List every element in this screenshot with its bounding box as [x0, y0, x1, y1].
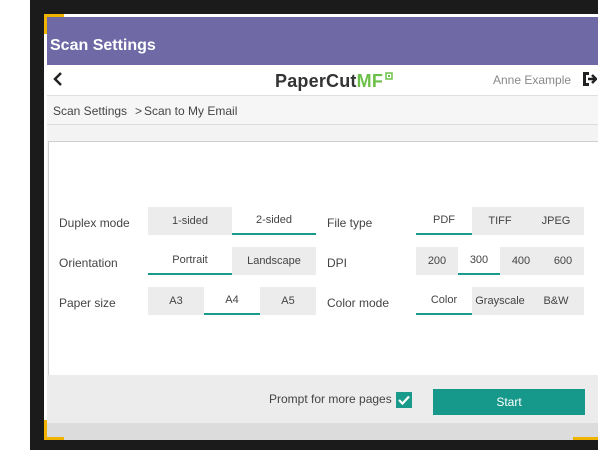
- file-type-pdf-button[interactable]: PDF: [416, 207, 472, 235]
- paper-size-a5-button[interactable]: A5: [260, 287, 316, 315]
- logo-mark-icon: [385, 67, 393, 80]
- paper-size-label: Paper size: [59, 296, 116, 310]
- duplex-mode-label: Duplex mode: [59, 216, 130, 230]
- bezel-bottom: [30, 440, 598, 450]
- file-type-jpeg-button[interactable]: JPEG: [528, 207, 584, 235]
- dpi-200-button[interactable]: 200: [416, 247, 458, 275]
- color-mode-grayscale-button[interactable]: Grayscale: [472, 287, 528, 315]
- file-type-tiff-button[interactable]: TIFF: [472, 207, 528, 235]
- breadcrumb-root[interactable]: Scan Settings: [53, 104, 127, 118]
- color-mode-label: Color mode: [327, 296, 390, 310]
- action-footer: Prompt for more pages Start: [47, 375, 598, 423]
- title-bar: Scan Settings: [47, 31, 598, 65]
- color-mode-color-button[interactable]: Color: [416, 287, 472, 315]
- prompt-more-pages-checkbox[interactable]: [396, 392, 412, 408]
- corner-marker-top-left-h: [44, 14, 64, 17]
- header-strip: [47, 17, 598, 31]
- paper-size-a3-button[interactable]: A3: [148, 287, 204, 315]
- corner-marker-bottom-left-h: [44, 437, 64, 440]
- settings-panel: Duplex mode 1-sided 2-sided Orientation …: [48, 141, 598, 377]
- chevron-left-icon[interactable]: [49, 69, 69, 89]
- orientation-portrait-button[interactable]: Portrait: [148, 247, 232, 275]
- duplex-2-sided-button[interactable]: 2-sided: [232, 207, 316, 235]
- duplex-1-sided-button[interactable]: 1-sided: [148, 207, 232, 235]
- breadcrumb: Scan Settings > Scan to My Email: [47, 96, 598, 125]
- dpi-300-button[interactable]: 300: [458, 247, 500, 275]
- file-type-label: File type: [327, 216, 373, 230]
- bezel-left: [30, 0, 44, 450]
- screen: Scan Settings PaperCutMF Anne Example Sc…: [47, 17, 598, 440]
- dpi-label: DPI: [327, 256, 348, 270]
- breadcrumb-separator: >: [135, 104, 143, 118]
- dpi-600-button[interactable]: 600: [542, 247, 584, 275]
- page-title: Scan Settings: [50, 37, 156, 54]
- corner-marker-top-left: [44, 14, 47, 34]
- logo-main: PaperCut: [275, 71, 357, 91]
- checkmark-icon: [398, 395, 410, 406]
- orientation-landscape-button[interactable]: Landscape: [232, 247, 316, 275]
- logout-icon[interactable]: [583, 71, 598, 87]
- bezel-top: [30, 0, 598, 14]
- dpi-400-button[interactable]: 400: [500, 247, 542, 275]
- prompt-more-pages-label: Prompt for more pages: [269, 392, 392, 406]
- papercut-logo: PaperCutMF: [275, 71, 383, 92]
- paper-size-a4-button[interactable]: A4: [204, 287, 260, 315]
- device-frame: Scan Settings PaperCutMF Anne Example Sc…: [30, 0, 598, 450]
- logo-accent: MF: [356, 71, 384, 91]
- color-mode-bw-button[interactable]: B&W: [528, 287, 584, 315]
- start-button[interactable]: Start: [433, 389, 585, 415]
- app-bar: PaperCutMF Anne Example: [47, 65, 598, 96]
- orientation-label: Orientation: [59, 256, 118, 270]
- corner-marker-bottom-right: [573, 437, 598, 440]
- bottom-strip: [47, 423, 598, 440]
- user-name: Anne Example: [493, 73, 572, 87]
- breadcrumb-current: Scan to My Email: [144, 104, 238, 118]
